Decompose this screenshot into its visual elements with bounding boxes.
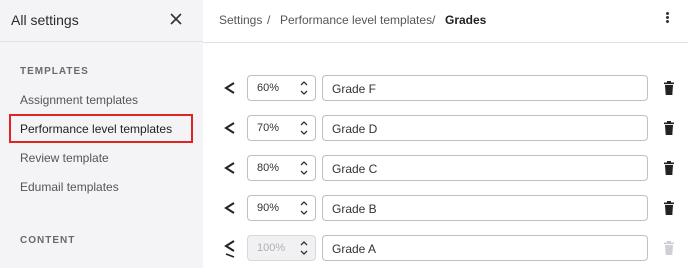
breadcrumb-separator: / [267, 13, 271, 27]
grade-name-value: Grade D [332, 122, 378, 136]
percent-value: 80% [257, 162, 280, 174]
stepper-arrows-icon[interactable] [299, 119, 309, 137]
grade-name-value: Grade F [332, 82, 377, 96]
percent-stepper[interactable]: 100% [247, 235, 316, 261]
sidebar-item-review-template[interactable]: Review template [20, 151, 109, 165]
grade-name-input[interactable]: Grade F [322, 75, 648, 101]
breadcrumb-item-performance-level-templates[interactable]: Performance level templates [280, 13, 432, 27]
grade-name-input[interactable]: Grade B [322, 195, 648, 221]
less-than-icon [224, 82, 235, 94]
percent-stepper[interactable]: 60% [247, 75, 316, 101]
grade-name-input[interactable]: Grade C [322, 155, 648, 181]
trash-icon [664, 241, 674, 255]
settings-sidebar: All settings TEMPLATES Assignment templa… [0, 0, 203, 268]
stepper-arrows-icon[interactable] [299, 239, 309, 257]
grade-name-value: Grade C [332, 162, 378, 176]
performance-level-row: 60% Grade F [223, 75, 683, 101]
breadcrumb: Settings / Performance level templates /… [203, 0, 688, 43]
breadcrumb-item-grades: Grades [445, 13, 487, 27]
close-icon[interactable] [166, 9, 186, 29]
section-label-templates: TEMPLATES [20, 66, 89, 77]
less-than-icon [224, 122, 235, 134]
grade-name-value: Grade B [332, 202, 377, 216]
trash-icon[interactable] [663, 81, 675, 95]
less-than-icon [224, 202, 235, 214]
trash-icon[interactable] [663, 161, 675, 175]
stepper-arrows-icon[interactable] [299, 159, 309, 177]
grade-name-value: Grade A [332, 242, 377, 256]
performance-level-row: 100% Grade A [223, 235, 683, 261]
sidebar-item-performance-level-templates[interactable]: Performance level templates [9, 114, 193, 143]
performance-level-row: 70% Grade D [223, 115, 683, 141]
performance-level-row: 90% Grade B [223, 195, 683, 221]
more-options-icon[interactable] [663, 11, 671, 27]
percent-value: 90% [257, 202, 280, 214]
sidebar-title: All settings [11, 12, 79, 28]
sidebar-item-edumail-templates[interactable]: Edumail templates [20, 180, 119, 194]
percent-stepper[interactable]: 70% [247, 115, 316, 141]
grade-name-input[interactable]: Grade A [322, 235, 648, 261]
less-than-or-equal-icon [224, 240, 235, 258]
section-label-content: CONTENT [20, 235, 76, 246]
sidebar-header: All settings [0, 0, 203, 42]
percent-stepper[interactable]: 80% [247, 155, 316, 181]
percent-value: 60% [257, 82, 280, 94]
grade-name-input[interactable]: Grade D [322, 115, 648, 141]
less-than-icon [224, 162, 235, 174]
stepper-arrows-icon[interactable] [299, 79, 309, 97]
percent-value: 100% [257, 242, 286, 254]
performance-level-row: 80% Grade C [223, 155, 683, 181]
sidebar-item-assignment-templates[interactable]: Assignment templates [20, 93, 138, 107]
stepper-arrows-icon[interactable] [299, 199, 309, 217]
percent-value: 70% [257, 122, 280, 134]
breadcrumb-separator: / [432, 13, 436, 27]
trash-icon[interactable] [663, 201, 675, 215]
trash-icon[interactable] [663, 121, 675, 135]
breadcrumb-item-settings[interactable]: Settings [219, 13, 262, 27]
percent-stepper[interactable]: 90% [247, 195, 316, 221]
